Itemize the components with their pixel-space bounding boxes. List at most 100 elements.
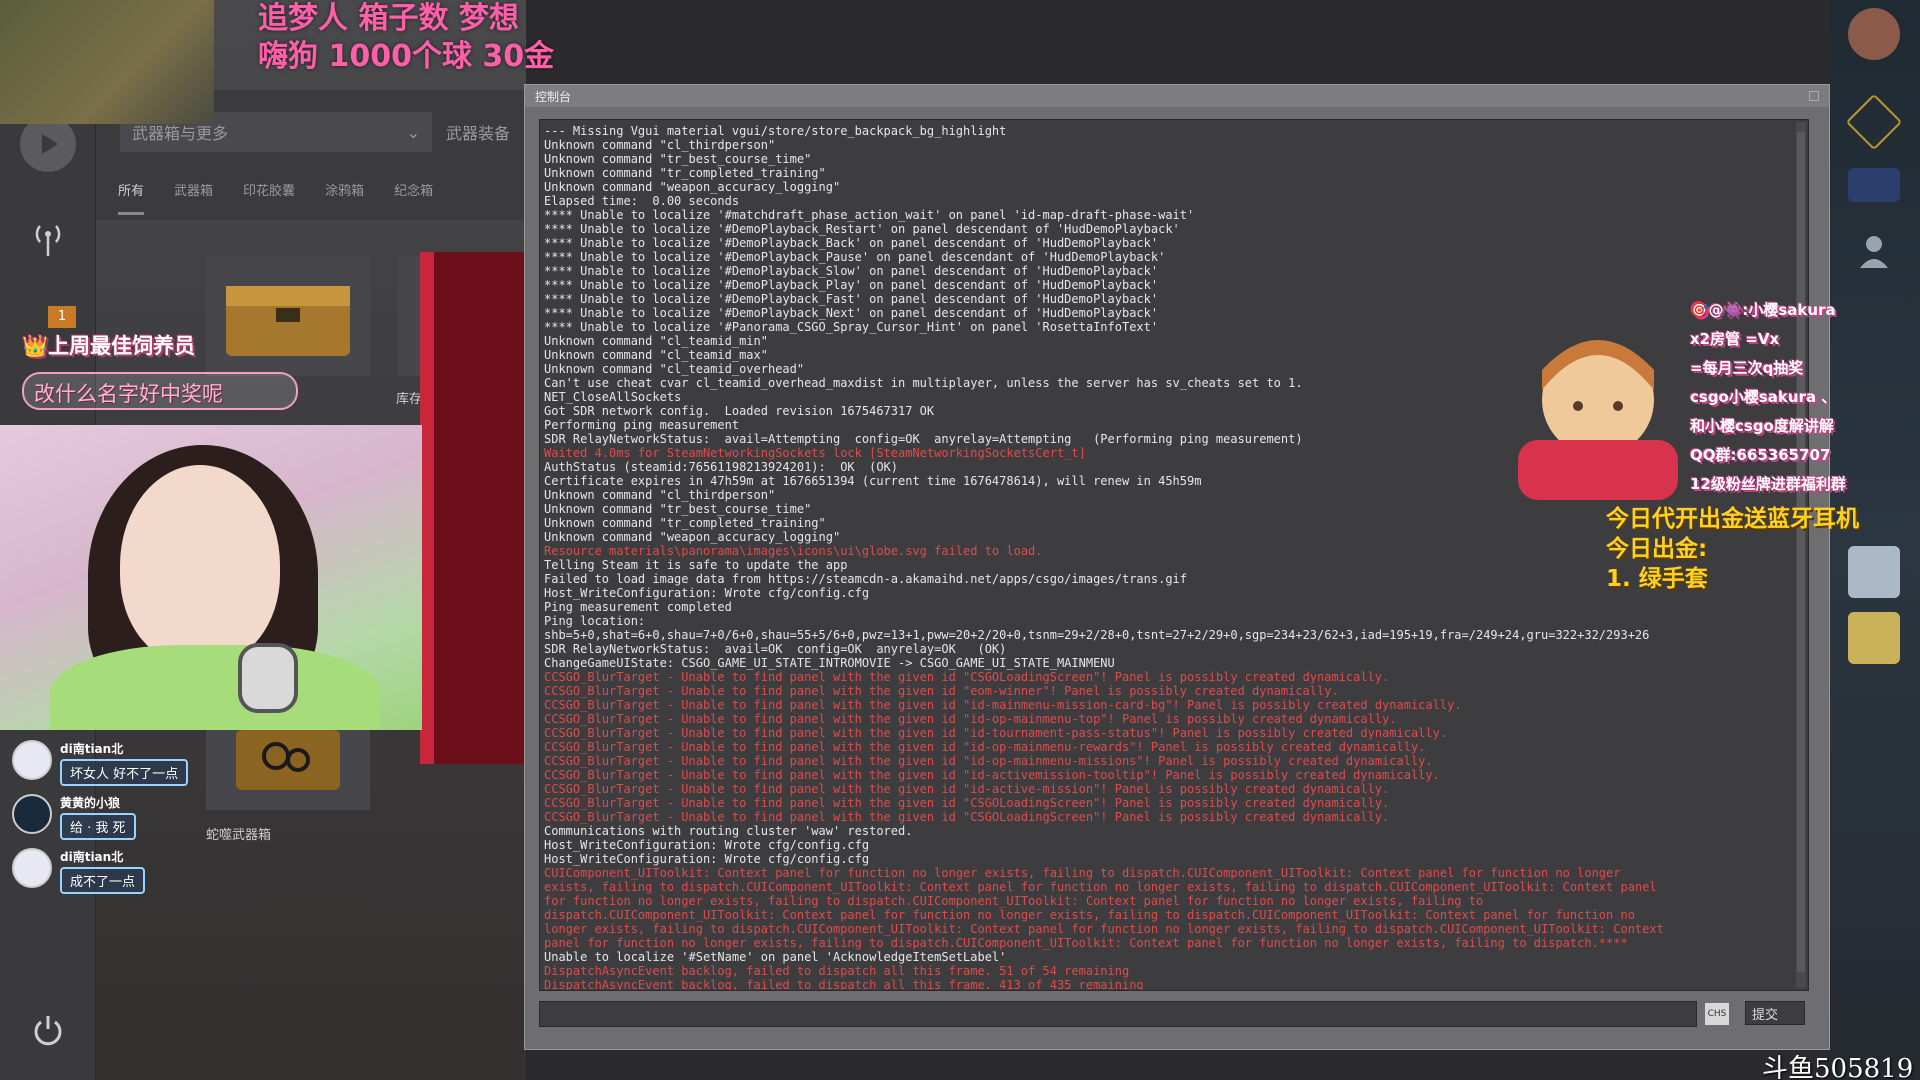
console-line: CCSGO_BlurTarget - Unable to find panel … <box>544 684 1339 698</box>
console-command-input[interactable] <box>539 1001 1697 1027</box>
weapon-case-icon <box>226 286 350 356</box>
rank-star-icon <box>1848 168 1900 202</box>
snakebite-case-card[interactable] <box>206 730 370 810</box>
daily-info-line: 今日出金: <box>1606 536 1708 562</box>
console-line: CCSGO_BlurTarget - Unable to find panel … <box>544 782 1390 796</box>
submit-button[interactable]: 提交 <box>1745 1001 1805 1025</box>
friends-icon[interactable] <box>1848 226 1900 278</box>
avatar <box>12 740 52 780</box>
chat-message: di南tian北 坏女人 好不了一点 <box>12 740 189 786</box>
play-icon <box>42 134 58 154</box>
tab-souvenir[interactable]: 纪念箱 <box>394 180 433 215</box>
console-line: **** Unable to localize '#DemoPlayback_S… <box>544 264 1159 278</box>
daily-info-line: 1. 绿手套 <box>1606 566 1708 592</box>
promo-lines: 🎯@👾:小樱sakura x2房管 =Vx =每月三次q抽奖 csgo小樱sak… <box>1690 296 1846 499</box>
console-line: **** Unable to localize '#DemoPlayback_P… <box>544 278 1159 292</box>
console-line: DispatchAsyncEvent backlog, failed to di… <box>544 978 1144 991</box>
console-line: **** Unable to localize '#DemoPlayback_F… <box>544 292 1159 306</box>
console-line: Unknown command "weapon_accuracy_logging… <box>544 180 841 194</box>
ime-indicator[interactable]: CHS <box>1705 1003 1729 1025</box>
streamer-hoodie <box>50 645 380 730</box>
power-button[interactable] <box>30 1012 66 1052</box>
console-line: longer exists, failing to dispatch.CUICo… <box>544 922 1664 936</box>
case-label-inventory: 库存 <box>396 392 423 407</box>
case-label-snakebite: 蛇噬武器箱 <box>206 828 272 843</box>
promo-line: =每月三次q抽奖 <box>1690 359 1804 377</box>
game-camera-feed <box>0 0 214 124</box>
console-line: **** Unable to localize '#DemoPlayback_P… <box>544 250 1166 264</box>
tab-all[interactable]: 所有 <box>118 180 145 215</box>
console-line: Unknown command "cl_thirdperson" <box>544 138 776 152</box>
console-line: CCSGO_BlurTarget - Unable to find panel … <box>544 754 1433 768</box>
avatar <box>12 848 52 888</box>
douyu-watermark: 斗鱼505819 <box>1762 1054 1914 1080</box>
console-line: Elapsed time: 0.00 seconds <box>544 194 740 208</box>
console-line: **** Unable to localize '#DemoPlayback_N… <box>544 306 1159 320</box>
console-line: --- Missing Vgui material vgui/store/sto… <box>544 124 1007 138</box>
console-line: CCSGO_BlurTarget - Unable to find panel … <box>544 670 1390 684</box>
close-icon[interactable] <box>1809 91 1819 101</box>
tab-graffiti[interactable]: 涂鸦箱 <box>325 180 364 215</box>
equipment-dropdown-label: 武器装备 <box>446 124 511 143</box>
promo-line: QQ群:665365707 <box>1690 446 1831 464</box>
daily-info-line: 今日代开出金送蓝牙耳机 <box>1606 506 1859 532</box>
streamer-avatar <box>1848 8 1900 60</box>
chat-username: di南tian北 <box>60 850 124 864</box>
stream-goals: 追梦人 箱子数 梦想 嗨狗 1000个球 30金 <box>258 0 554 76</box>
console-titlebar[interactable]: 控制台 <box>525 85 1829 107</box>
stream-goals-line1: 追梦人 箱子数 梦想 <box>258 1 519 36</box>
console-line: CCSGO_BlurTarget - Unable to find panel … <box>544 740 1426 754</box>
console-line: ChangeGameUIState: CSGO_GAME_UI_STATE_IN… <box>544 656 1115 670</box>
console-line: Host_WriteConfiguration: Wrote cfg/confi… <box>544 838 870 852</box>
console-line: exists, failing to dispatch.CUIComponent… <box>544 880 1657 894</box>
console-line: Unknown command "tr_completed_training" <box>544 166 826 180</box>
chat-text: 成不了一点 <box>60 867 146 894</box>
console-line: **** Unable to localize '#DemoPlayback_B… <box>544 236 1159 250</box>
play-button[interactable] <box>20 116 76 172</box>
promo-line: 12级粉丝牌进群福利群 <box>1690 475 1846 493</box>
snakebite-case-icon <box>236 730 340 790</box>
microphone-icon <box>238 643 298 713</box>
chat-message: 黄黄的小狼 给 · 我 死 <box>12 794 136 840</box>
tab-cases[interactable]: 武器箱 <box>174 180 213 215</box>
antenna-icon <box>35 225 61 256</box>
console-line: CCSGO_BlurTarget - Unable to find panel … <box>544 712 1397 726</box>
console-line: CCSGO_BlurTarget - Unable to find panel … <box>544 768 1440 782</box>
console-line: Host_WriteConfiguration: Wrote cfg/confi… <box>544 852 870 866</box>
case-card-partial[interactable] <box>398 256 420 376</box>
friend-avatar[interactable] <box>1848 612 1900 664</box>
console-line: Unable to localize '#SetName' on panel '… <box>544 950 1007 964</box>
console-line: SDR RelayNetworkStatus: avail=OK config=… <box>544 642 1007 656</box>
daily-info: 今日代开出金送蓝牙耳机 今日出金: 1. 绿手套 <box>1606 504 1859 594</box>
console-line: CCSGO_BlurTarget - Unable to find panel … <box>544 810 1390 824</box>
console-line: **** Unable to localize '#DemoPlayback_R… <box>544 222 1180 236</box>
chat-text: 给 · 我 死 <box>60 813 136 840</box>
console-line: for function no longer exists, failing t… <box>544 894 1484 908</box>
broadcast-button[interactable] <box>20 210 76 266</box>
console-line: panel for function no longer exists, fai… <box>544 936 1628 950</box>
console-line: CCSGO_BlurTarget - Unable to find panel … <box>544 726 1448 740</box>
console-line: Ping location: <box>544 614 646 628</box>
webcam-feed <box>0 425 422 730</box>
chat-text: 坏女人 好不了一点 <box>60 759 189 786</box>
console-title: 控制台 <box>535 89 572 104</box>
console-line: CCSGO_BlurTarget - Unable to find panel … <box>544 698 1462 712</box>
chat-message: di南tian北 成不了一点 <box>12 848 146 894</box>
store-tabs: 所有 武器箱 印花胶囊 涂鸦箱 纪念箱 <box>118 180 433 215</box>
case-card[interactable] <box>206 256 370 376</box>
crown-icon: 👑 <box>22 334 49 358</box>
streamer-face <box>120 465 280 665</box>
console-line: CCSGO_BlurTarget - Unable to find panel … <box>544 796 1390 810</box>
best-feeder-badge: 👑上周最佳饲养员 <box>22 330 195 360</box>
chat-username: 黄黄的小狼 <box>60 796 121 810</box>
tab-sticker-capsules[interactable]: 印花胶囊 <box>243 180 295 215</box>
console-line: CUIComponent_UIToolkit: Context panel fo… <box>544 866 1621 880</box>
promo-line: 🎯@👾:小樱sakura <box>1690 301 1836 319</box>
equipment-dropdown[interactable]: 武器装备 <box>446 112 526 152</box>
name-bubble: 改什么名字好中奖呢 <box>22 372 298 410</box>
console-line: dispatch.CUIComponent_UIToolkit: Context… <box>544 908 1635 922</box>
promo-line: x2房管 =Vx <box>1690 330 1780 348</box>
chat-username: di南tian北 <box>60 742 124 756</box>
console-line: Unknown command "tr_best_course_time" <box>544 152 812 166</box>
featured-banner[interactable] <box>420 252 530 764</box>
